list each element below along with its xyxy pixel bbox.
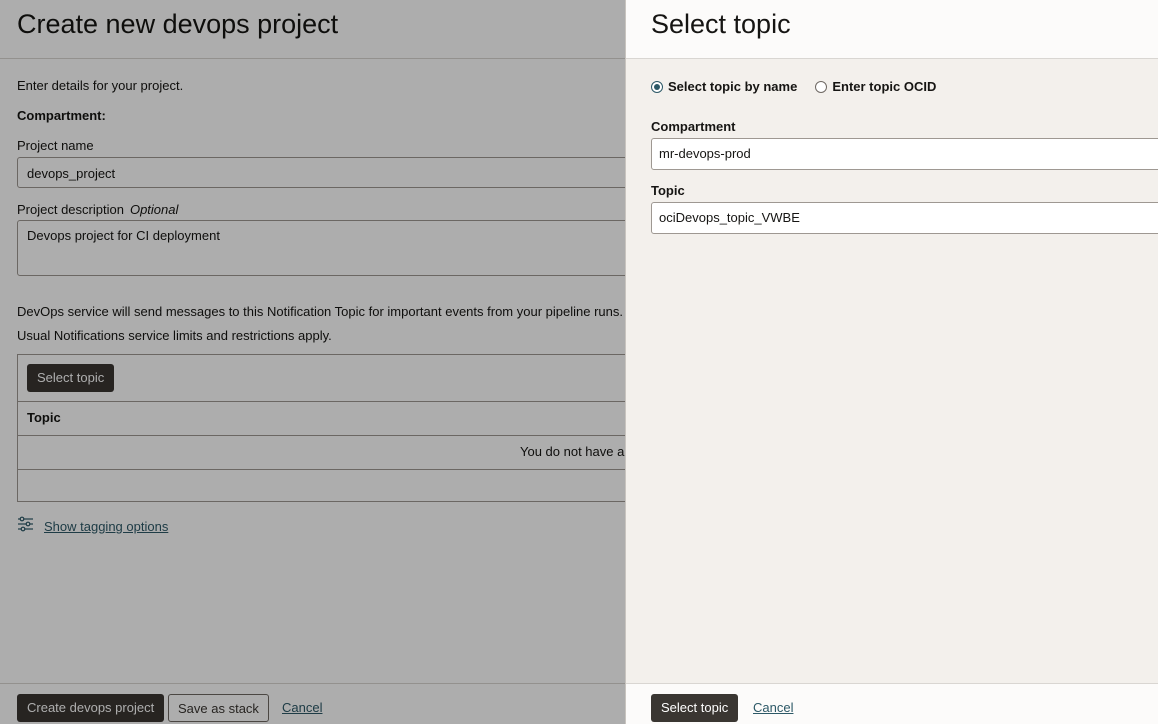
radio-select-by-name-label: Select topic by name (668, 79, 798, 94)
drawer-compartment-select[interactable]: mr-devops-prod (651, 138, 1158, 170)
drawer-header: Select topic (626, 0, 1158, 59)
modal-overlay[interactable] (0, 0, 625, 724)
select-topic-drawer: Select topic Select topic by name Enter … (625, 0, 1158, 724)
drawer-compartment-label: Compartment (651, 119, 736, 134)
radio-checked-icon[interactable] (651, 80, 663, 93)
radio-enter-ocid[interactable]: Enter topic OCID (815, 79, 936, 94)
drawer-topic-select[interactable]: ociDevops_topic_VWBE (651, 202, 1158, 234)
drawer-select-topic-button[interactable]: Select topic (651, 694, 739, 722)
drawer-title: Select topic (651, 9, 791, 39)
drawer-topic-label: Topic (651, 183, 685, 198)
topic-mode-radio-group: Select topic by name Enter topic OCID (651, 79, 954, 94)
drawer-cancel-link[interactable]: Cancel (753, 700, 793, 715)
radio-enter-ocid-label: Enter topic OCID (832, 79, 937, 94)
radio-unchecked-icon[interactable] (815, 80, 828, 93)
drawer-footer: Select topic Cancel (626, 683, 1158, 724)
radio-select-by-name[interactable]: Select topic by name (651, 79, 797, 94)
